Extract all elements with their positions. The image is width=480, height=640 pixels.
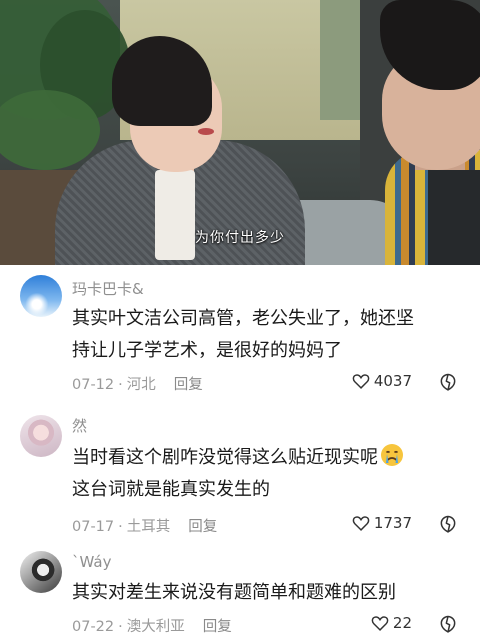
comment-text: 其实对差生来说没有题简单和题难的区别 [72,577,462,609]
comment-location: 河北 [126,377,156,393]
comment-text: 其实叶文洁公司高管，老公失业了，她还坚 持让儿子学艺术，是很好的妈妈了 [72,303,462,367]
user-avatar[interactable] [20,551,62,593]
heart-icon [352,516,370,531]
comment-username[interactable]: `Wáy [72,553,111,571]
comment-username[interactable]: 玛卡巴卡& [72,278,144,299]
user-avatar[interactable] [20,275,62,317]
dislike-icon[interactable] [438,372,458,392]
comment-date: 07-17 [72,519,115,535]
heart-icon [371,616,389,631]
like-count: 22 [392,614,412,632]
like-button[interactable]: 1737 [352,514,412,532]
comment-text: 当时看这个剧咋没觉得这么贴近现实呢 这台词就是能真实发生的 [72,442,462,506]
comment-text-line: 其实叶文洁公司高管，老公失业了，她还坚 [72,308,414,329]
man-inner-shirt [428,170,480,265]
like-count: 4037 [373,372,412,390]
video-subtitle: 为你付出多少 [195,230,285,246]
comment-text-line: 这台词就是能真实发生的 [72,479,270,500]
reply-button[interactable]: 回复 [203,619,232,635]
dislike-icon[interactable] [438,614,458,634]
user-avatar[interactable] [20,415,62,457]
like-button[interactable]: 4037 [352,372,412,390]
like-count: 1737 [373,514,412,532]
comment-text-line-content: 当时看这个剧咋没觉得这么贴近现实呢 [72,447,378,468]
reply-button[interactable]: 回复 [188,519,217,535]
comment-location: 澳大利亚 [126,619,185,635]
dislike-icon[interactable] [438,514,458,534]
comment-username[interactable]: 然 [72,415,87,436]
heart-icon [352,374,370,389]
video-frame[interactable]: 为你付出多少 [0,0,480,265]
comment-meta: 07-22 · 澳大利亚 回复 [72,619,232,635]
comment-meta: 07-17 · 土耳其 回复 [72,519,218,535]
like-button[interactable]: 22 [371,614,412,632]
comment-meta: 07-12 · 河北 回复 [72,377,203,393]
comment-location: 土耳其 [126,519,171,535]
plant-leaves [0,90,100,170]
woman-lips [198,128,214,135]
comment-date: 07-12 [72,377,115,393]
reply-button[interactable]: 回复 [174,377,203,393]
comment-list: 玛卡巴卡& 其实叶文洁公司高管，老公失业了，她还坚 持让儿子学艺术，是很好的妈妈… [0,265,480,640]
comment-text-line: 持让儿子学艺术，是很好的妈妈了 [72,340,342,361]
comment-date: 07-22 [72,619,115,635]
comment-text-line: 当时看这个剧咋没觉得这么贴近现实呢 [72,442,462,474]
comment-text-line: 其实对差生来说没有题简单和题难的区别 [72,582,396,603]
crying-face-icon [381,444,403,466]
